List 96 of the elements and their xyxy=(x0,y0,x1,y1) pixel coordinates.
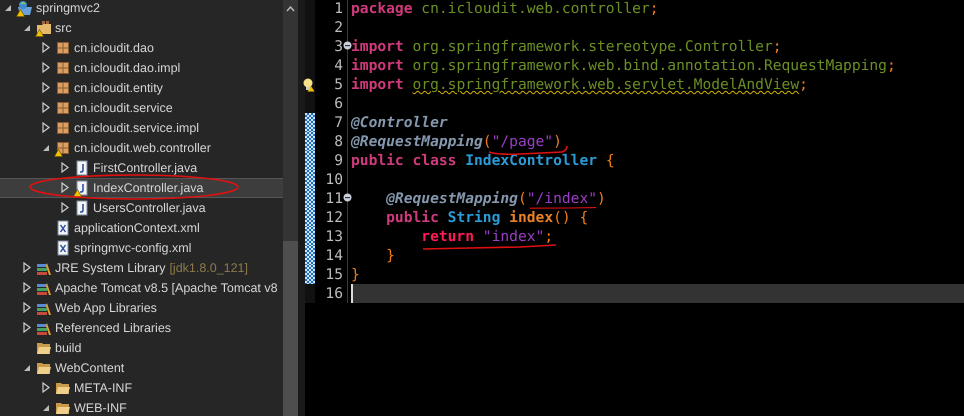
collapsed-arrow-icon[interactable] xyxy=(23,322,31,333)
java-file-icon xyxy=(74,200,90,216)
warning-icon xyxy=(73,189,82,197)
package-icon xyxy=(55,120,71,136)
package-icon xyxy=(55,100,71,116)
warning-icon xyxy=(35,29,44,37)
tree-item-decoration: [jdk1.8.0_121] xyxy=(169,261,248,275)
tree-item[interactable]: WEB-INF xyxy=(0,398,283,416)
code-line: } xyxy=(385,247,395,264)
code-line: public String index() { xyxy=(385,209,588,226)
package-icon xyxy=(55,140,71,156)
collapsed-arrow-icon[interactable] xyxy=(42,382,50,393)
package-icon xyxy=(55,40,71,56)
fold-icon[interactable] xyxy=(343,193,352,202)
tree-item[interactable]: springmvc2 xyxy=(0,0,283,18)
tree-item[interactable]: cn.icloudit.entity xyxy=(0,78,283,98)
selected-tree-item[interactable]: IndexController.java xyxy=(0,178,283,198)
java-file-icon xyxy=(74,160,90,176)
code-line: import org.springframework.web.servlet.ModelAndView; xyxy=(351,76,808,93)
tree-item[interactable]: FirstController.java xyxy=(0,158,283,178)
collapsed-arrow-icon[interactable] xyxy=(42,62,50,73)
line-number: 13 xyxy=(324,228,344,245)
underline-annotation xyxy=(530,207,596,209)
tree-item[interactable]: cn.icloudit.service.impl xyxy=(0,118,283,138)
tree-item[interactable]: applicationContext.xml xyxy=(0,218,283,238)
tree-item[interactable]: cn.icloudit.web.controller xyxy=(0,138,283,158)
xml-file-icon xyxy=(55,240,71,256)
folder-icon xyxy=(36,360,52,376)
tree-item[interactable]: cn.icloudit.dao.impl xyxy=(0,58,283,78)
line-number: 6 xyxy=(333,95,344,112)
source-folder-icon xyxy=(36,20,52,36)
line-number: 12 xyxy=(324,209,344,226)
collapsed-arrow-icon[interactable] xyxy=(61,182,69,193)
folder-icon xyxy=(36,340,52,356)
line-number: 11 xyxy=(315,190,347,207)
expanded-arrow-icon[interactable] xyxy=(23,364,31,372)
xml-file-icon xyxy=(55,220,71,236)
tree-item[interactable]: springmvc-config.xml xyxy=(0,238,283,258)
code-line: } xyxy=(351,266,360,283)
tree-item[interactable]: WebContent xyxy=(0,358,283,378)
expanded-arrow-icon[interactable] xyxy=(4,4,12,12)
code-line: import org.springframework.web.bind.annotation.RequestMapping; xyxy=(351,57,896,74)
line-number: 3 xyxy=(315,38,347,55)
line-number: 5 xyxy=(333,76,344,93)
package-icon xyxy=(55,60,71,76)
line-number: 16 xyxy=(324,285,344,302)
collapsed-arrow-icon[interactable] xyxy=(61,202,69,213)
java-file-icon xyxy=(74,180,90,196)
collapsed-arrow-icon[interactable] xyxy=(42,42,50,53)
collapsed-arrow-icon[interactable] xyxy=(23,282,31,293)
line-number: 7 xyxy=(333,114,344,131)
line-number: 9 xyxy=(333,152,344,169)
scrollbar[interactable] xyxy=(283,0,298,416)
expanded-arrow-icon[interactable] xyxy=(42,144,50,152)
collapsed-arrow-icon[interactable] xyxy=(42,102,50,113)
line-number: 15 xyxy=(324,266,344,283)
expanded-arrow-icon[interactable] xyxy=(42,404,50,412)
folder-icon xyxy=(55,380,71,396)
tree-item[interactable]: Referenced Libraries xyxy=(0,318,283,338)
scrollbar-thumb[interactable] xyxy=(283,241,298,416)
expanded-arrow-icon[interactable] xyxy=(23,24,31,32)
collapsed-arrow-icon[interactable] xyxy=(42,82,50,93)
tree-item[interactable]: JRE System Library [jdk1.8.0_121] xyxy=(0,258,283,278)
fold-icon[interactable] xyxy=(343,41,352,50)
scroll-up-icon[interactable] xyxy=(286,6,295,12)
tree-item[interactable]: cn.icloudit.service xyxy=(0,98,283,118)
text-cursor xyxy=(351,284,353,303)
tree-item[interactable]: cn.icloudit.dao xyxy=(0,38,283,58)
line-number: 8 xyxy=(333,133,344,150)
tree-item[interactable]: Apache Tomcat v8.5 [Apache Tomcat v8 xyxy=(0,278,283,298)
collapsed-arrow-icon[interactable] xyxy=(23,302,31,313)
code-line: public class IndexController { xyxy=(351,152,615,169)
line-number: 2 xyxy=(333,19,344,36)
lightbulb-warning-icon[interactable] xyxy=(303,78,315,92)
line-number: 1 xyxy=(333,0,344,17)
warning-icon xyxy=(54,149,63,157)
collapsed-arrow-icon[interactable] xyxy=(23,262,31,273)
tree-item[interactable]: META-INF xyxy=(0,378,283,398)
tree-item[interactable]: build xyxy=(0,338,283,358)
code-line: package cn.icloudit.web.controller; xyxy=(351,0,659,17)
line-number: 4 xyxy=(333,57,344,74)
collapsed-arrow-icon[interactable] xyxy=(61,162,69,173)
package-icon xyxy=(55,80,71,96)
warning-icon xyxy=(16,9,25,17)
folder-icon xyxy=(55,400,71,416)
code-line: return "index"; xyxy=(420,228,554,245)
code-line: @RequestMapping("/page") xyxy=(351,133,562,150)
code-line: @RequestMapping("/index") xyxy=(385,190,606,207)
tree-item[interactable]: UsersController.java xyxy=(0,198,283,218)
tree-item[interactable]: Web App Libraries xyxy=(0,298,283,318)
line-number: 14 xyxy=(324,247,344,264)
code-line: @Controller xyxy=(351,114,448,131)
collapsed-arrow-icon[interactable] xyxy=(42,122,50,133)
tree-item[interactable]: src xyxy=(0,18,283,38)
code-line: import org.springframework.stereotype.Controller; xyxy=(351,38,782,55)
line-number: 10 xyxy=(324,171,344,188)
